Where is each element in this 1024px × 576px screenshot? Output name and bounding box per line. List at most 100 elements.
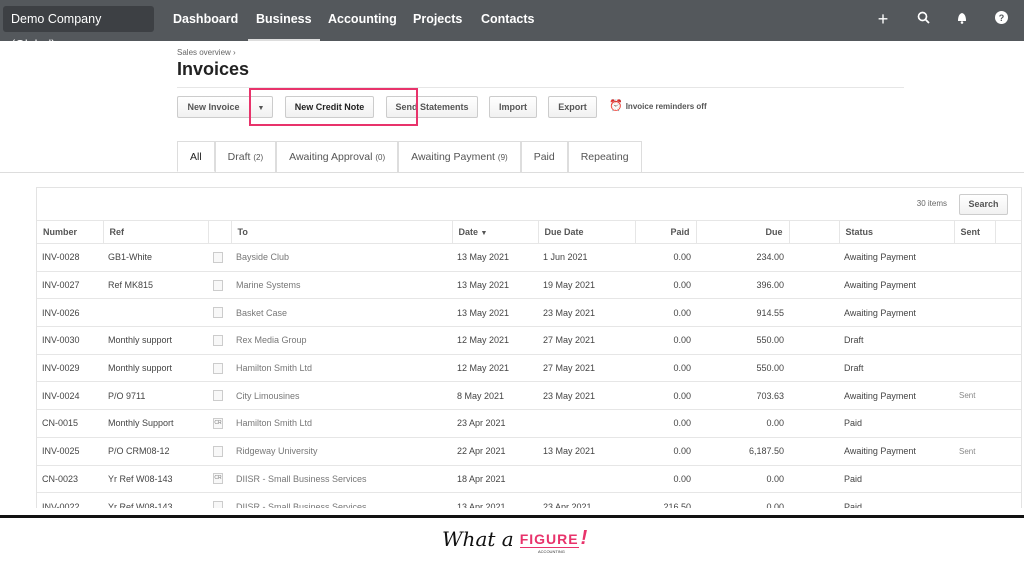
doc-type-cell [208, 492, 231, 508]
bell-icon[interactable] [953, 11, 971, 28]
nav-accounting[interactable]: Accounting [328, 0, 397, 41]
export-button[interactable]: Export [548, 96, 597, 118]
tab-count: (0) [375, 153, 386, 162]
tab-count: (2) [253, 153, 264, 162]
tab-awaiting-approval[interactable]: Awaiting Approval (0) [276, 141, 399, 172]
table-row[interactable]: CN-0015 Monthly Support CR Hamilton Smith L… [37, 409, 1021, 438]
reference: GB1-White [103, 243, 208, 272]
col-to[interactable]: To [231, 220, 453, 244]
new-invoice-button[interactable]: New Invoice [177, 96, 249, 118]
blank [995, 243, 1021, 272]
plus-icon[interactable]: + [874, 9, 892, 30]
date: 8 May 2021 [452, 381, 538, 411]
invoice-number: INV-0028 [37, 243, 103, 272]
reference: Ref MK815 [103, 271, 208, 300]
table-row[interactable]: INV-0030 Monthly support Rex Media Group 12… [37, 326, 1021, 355]
blank [789, 381, 839, 411]
due-date: 23 Apr 2021 [538, 492, 635, 508]
sent-label [954, 409, 995, 438]
nav-contacts[interactable]: Contacts [481, 0, 534, 41]
status: Awaiting Payment [839, 243, 954, 272]
search-button[interactable]: Search [959, 194, 1008, 215]
table-row[interactable]: INV-0026 Basket Case 13 May 2021 23 May 202… [37, 298, 1021, 328]
table-row[interactable]: INV-0025 P/O CRM08-12 Ridgeway University 2… [37, 437, 1021, 466]
col-number[interactable]: Number [37, 220, 104, 244]
col-status[interactable]: Status [839, 220, 955, 244]
table-row[interactable]: INV-0022 Yr Ref W08-143 DIISR - Small Busi… [37, 492, 1021, 508]
nav-business[interactable]: Business [248, 0, 320, 41]
paid-amount: 0.00 [635, 465, 696, 494]
table-row[interactable]: INV-0028 GB1-White Bayside Club 13 May 2021… [37, 243, 1021, 272]
reference [103, 298, 208, 328]
sent-label: Sent [954, 381, 995, 411]
date: 13 May 2021 [452, 271, 538, 300]
tab-repeating[interactable]: Repeating [567, 141, 642, 172]
nav-dashboard[interactable]: Dashboard [173, 0, 238, 41]
breadcrumb[interactable]: Sales overview › [177, 48, 236, 57]
status: Paid [839, 409, 954, 438]
document-icon [213, 445, 223, 457]
paid-amount: 216.50 [635, 492, 696, 508]
sent-label [954, 298, 995, 328]
col-due[interactable]: Due [696, 220, 790, 244]
contact: DIISR - Small Business Services [231, 465, 452, 494]
paid-amount: 0.00 [635, 354, 696, 383]
contact: Basket Case [231, 298, 452, 328]
what-a-figure-logo: What a FIGURE! ACCOUNTING [442, 527, 588, 554]
invoice-number: INV-0029 [37, 354, 103, 383]
reference: Monthly Support [103, 409, 208, 438]
table-row[interactable]: INV-0029 Monthly support Hamilton Smith Lt… [37, 354, 1021, 383]
col-date[interactable]: Date ▼ [452, 220, 539, 244]
contact: Ridgeway University [231, 437, 452, 466]
alarm-clock-icon: ⏰ [609, 100, 623, 112]
help-icon[interactable]: ? [992, 11, 1010, 28]
import-button[interactable]: Import [489, 96, 537, 118]
paid-amount: 0.00 [635, 381, 696, 411]
col-due-date[interactable]: Due Date [538, 220, 636, 244]
doc-type-cell [208, 381, 231, 411]
blank [995, 354, 1021, 383]
blank [995, 271, 1021, 300]
document-icon [213, 390, 223, 402]
due-amount: 0.00 [696, 465, 789, 494]
doc-type-cell: CR [208, 409, 231, 438]
tab-label: Repeating [580, 151, 629, 163]
highlight-box [249, 88, 418, 126]
date: 12 May 2021 [452, 354, 538, 383]
search-icon[interactable] [914, 11, 932, 28]
reminders-label: Invoice reminders off [625, 102, 707, 111]
blank [789, 243, 839, 272]
doc-type-cell [208, 271, 231, 300]
blank [995, 298, 1021, 328]
table-row[interactable]: CN-0023 Yr Ref W08-143 CR DIISR - Small Bus… [37, 465, 1021, 494]
invoice-reminders-link[interactable]: ⏰ Invoice reminders off [609, 99, 707, 112]
tab-all[interactable]: All [177, 141, 215, 172]
date: 13 Apr 2021 [452, 492, 538, 508]
sent-label [954, 354, 995, 383]
col-paid[interactable]: Paid [635, 220, 697, 244]
tab-label: Paid [533, 151, 555, 163]
doc-type-cell: CR [208, 465, 231, 494]
invoice-number: INV-0025 [37, 437, 103, 466]
nav-projects[interactable]: Projects [413, 0, 462, 41]
table-row[interactable]: INV-0027 Ref MK815 Marine Systems 13 May 20… [37, 271, 1021, 300]
contact: DIISR - Small Business Services [231, 492, 452, 508]
sent-label [954, 465, 995, 494]
due-amount: 0.00 [696, 409, 789, 438]
doc-type-cell [208, 298, 231, 328]
organisation-switcher[interactable]: Demo Company (Global) ▼ [3, 6, 154, 52]
invoice-number: INV-0022 [37, 492, 103, 508]
doc-type-cell [208, 437, 231, 466]
top-nav-bar: Demo Company (Global) ▼ Dashboard Busines… [0, 0, 1024, 52]
tab-paid[interactable]: Paid [520, 141, 568, 172]
document-icon [213, 279, 223, 291]
date: 22 Apr 2021 [452, 437, 538, 466]
tab-awaiting-payment[interactable]: Awaiting Payment (9) [398, 141, 521, 172]
col-ref[interactable]: Ref [103, 220, 209, 244]
col-sent[interactable]: Sent [954, 220, 996, 244]
tab-draft[interactable]: Draft (2) [214, 141, 277, 172]
invoice-list-panel: 30 items Search Number Ref To Date ▼ Due… [36, 187, 1022, 508]
sent-label [954, 243, 995, 272]
paid-amount: 0.00 [635, 326, 696, 355]
table-row[interactable]: INV-0024 P/O 9711 City Limousines 8 May 202… [37, 381, 1021, 411]
